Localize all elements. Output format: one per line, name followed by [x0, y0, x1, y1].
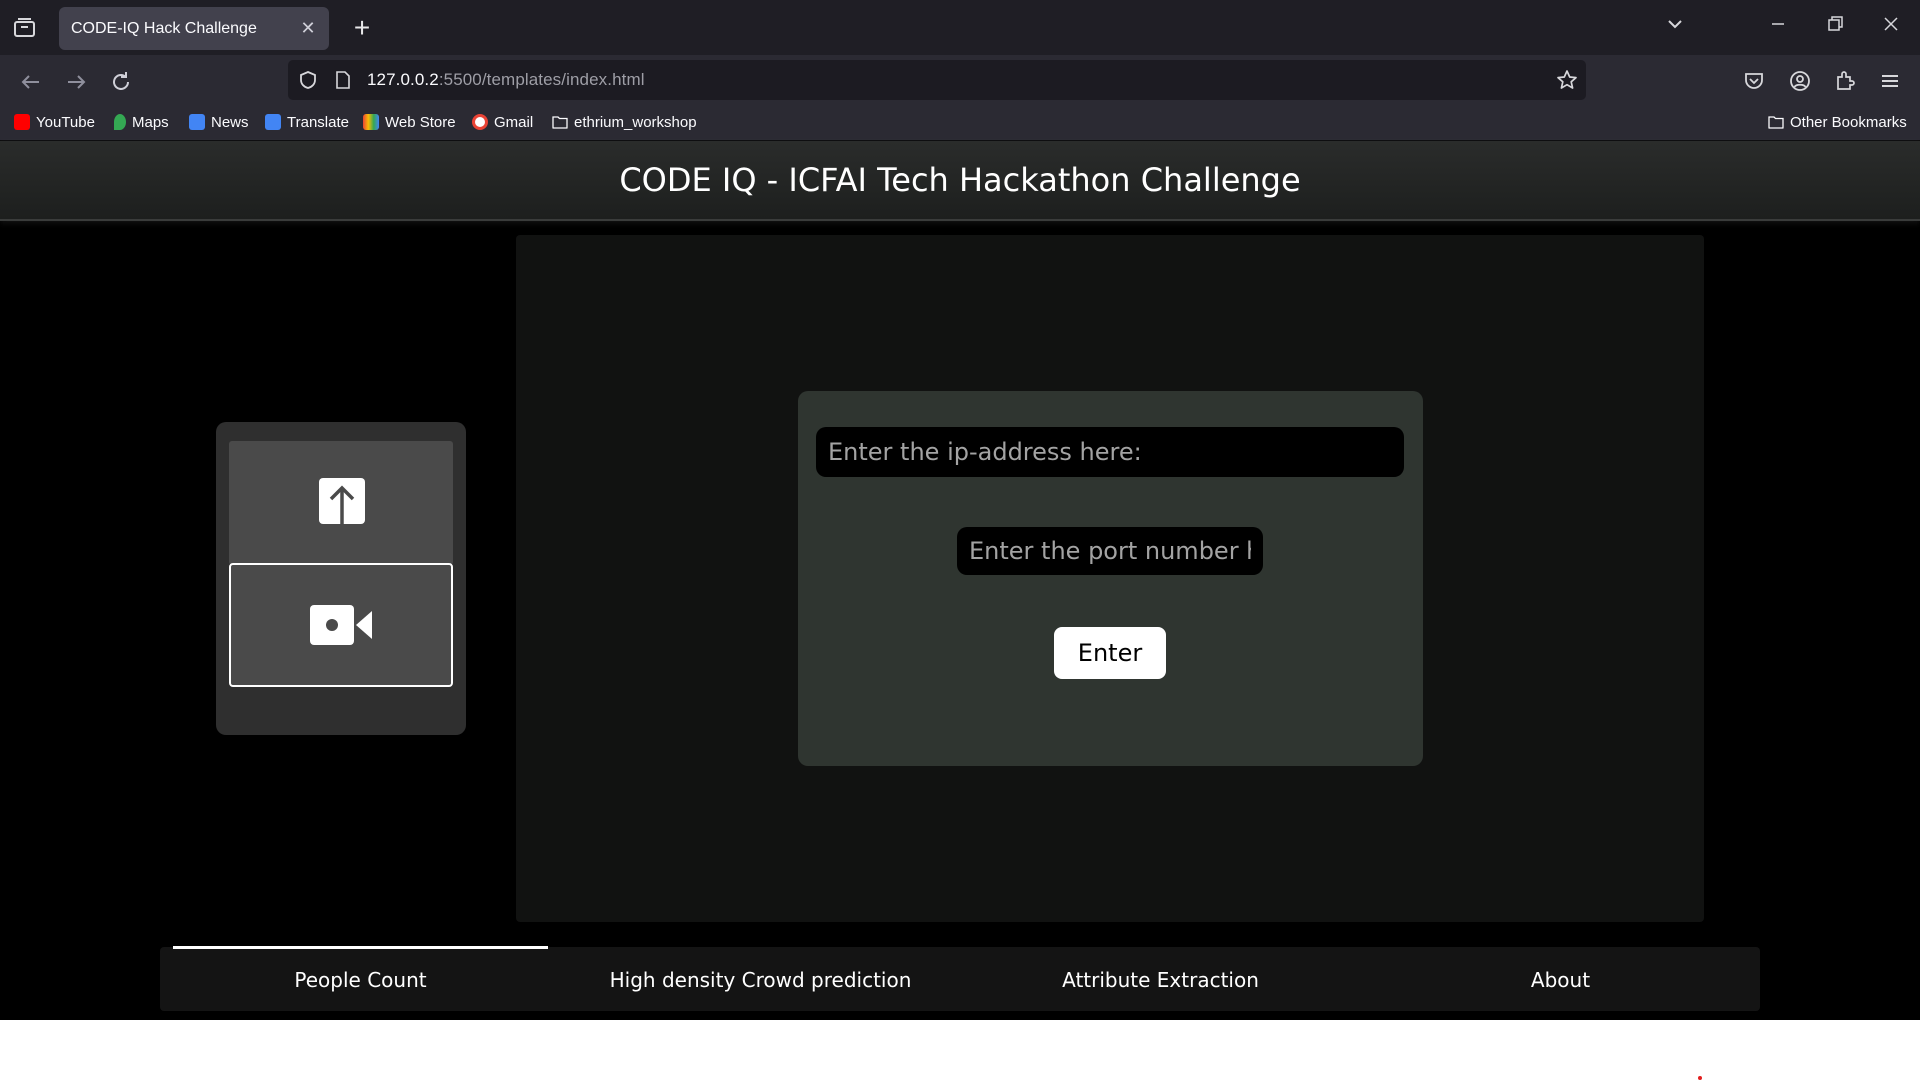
translate-icon: [265, 114, 281, 130]
bookmark-news[interactable]: News: [189, 114, 249, 134]
bookmarks-toolbar: YouTube Maps News Translate Web Store Gm…: [0, 107, 1920, 141]
account-icon[interactable]: [1787, 68, 1813, 94]
cursor-dot: [1698, 1076, 1702, 1080]
enter-button[interactable]: Enter: [1054, 627, 1166, 679]
new-tab-icon[interactable]: +: [347, 14, 377, 44]
feature-tabs: People Count High density Crowd predicti…: [160, 946, 1760, 1011]
browser-nav-bar: 127.0.0.2:5500/templates/index.html: [0, 55, 1920, 107]
browser-tab[interactable]: CODE-IQ Hack Challenge ✕: [59, 7, 329, 50]
tab-overflow-chevron-icon[interactable]: [1660, 14, 1690, 40]
news-icon: [189, 114, 205, 130]
input-source-panel: [216, 422, 466, 735]
tab-attribute-extraction[interactable]: Attribute Extraction: [973, 947, 1348, 1011]
pocket-icon[interactable]: [1741, 68, 1767, 94]
app-menu-icon[interactable]: [1877, 68, 1903, 94]
bookmark-translate[interactable]: Translate: [265, 114, 349, 134]
web-page: CODE IQ - ICFAI Tech Hackathon Challenge…: [0, 141, 1920, 1020]
folder-icon: [1768, 116, 1784, 129]
browser-tab-bar: CODE-IQ Hack Challenge ✕ +: [0, 0, 1920, 55]
tracking-protection-shield-icon[interactable]: [298, 70, 318, 90]
minimize-icon[interactable]: [1763, 14, 1793, 40]
list-all-tabs-icon[interactable]: [12, 16, 38, 40]
page-header: CODE IQ - ICFAI Tech Hackathon Challenge: [0, 141, 1920, 221]
page-bottom-area: [0, 1020, 1920, 1081]
video-camera-icon: [310, 605, 372, 645]
upload-button[interactable]: [229, 441, 453, 565]
bookmark-folder-ethrium[interactable]: ethrium_workshop: [552, 114, 697, 134]
bookmark-web-store[interactable]: Web Store: [363, 114, 456, 134]
reload-icon[interactable]: [106, 67, 136, 97]
extensions-icon[interactable]: [1832, 68, 1858, 94]
camera-stream-button[interactable]: [229, 563, 453, 687]
web-store-icon: [363, 114, 379, 130]
url-text: 127.0.0.2:5500/templates/index.html: [367, 70, 645, 89]
back-icon[interactable]: [16, 67, 46, 97]
close-window-icon[interactable]: [1876, 14, 1906, 40]
ip-address-input[interactable]: [816, 427, 1404, 477]
tab-high-density-crowd-prediction[interactable]: High density Crowd prediction: [573, 947, 948, 1011]
maps-icon: [114, 114, 126, 130]
bookmark-youtube[interactable]: YouTube: [14, 114, 95, 134]
url-bar[interactable]: 127.0.0.2:5500/templates/index.html: [288, 60, 1586, 100]
browser-tab-title: CODE-IQ Hack Challenge: [71, 20, 257, 37]
bookmark-maps[interactable]: Maps: [114, 114, 169, 134]
youtube-icon: [14, 114, 30, 130]
page-title: CODE IQ - ICFAI Tech Hackathon Challenge: [619, 161, 1301, 199]
folder-icon: [552, 116, 568, 129]
bookmark-gmail[interactable]: Gmail: [472, 114, 533, 134]
tab-about[interactable]: About: [1373, 947, 1748, 1011]
upload-icon: [319, 478, 365, 529]
port-number-input[interactable]: [957, 527, 1263, 575]
tab-people-count[interactable]: People Count: [173, 946, 548, 1011]
page-info-icon[interactable]: [334, 70, 352, 90]
close-tab-icon[interactable]: ✕: [297, 17, 319, 39]
connection-form: Enter: [798, 391, 1423, 766]
restore-icon[interactable]: [1820, 14, 1850, 40]
forward-icon[interactable]: [61, 67, 91, 97]
main-panel: Enter: [516, 235, 1704, 922]
other-bookmarks[interactable]: Other Bookmarks: [1768, 114, 1907, 134]
bookmark-star-icon[interactable]: [1556, 69, 1578, 91]
google-icon: [472, 114, 488, 130]
